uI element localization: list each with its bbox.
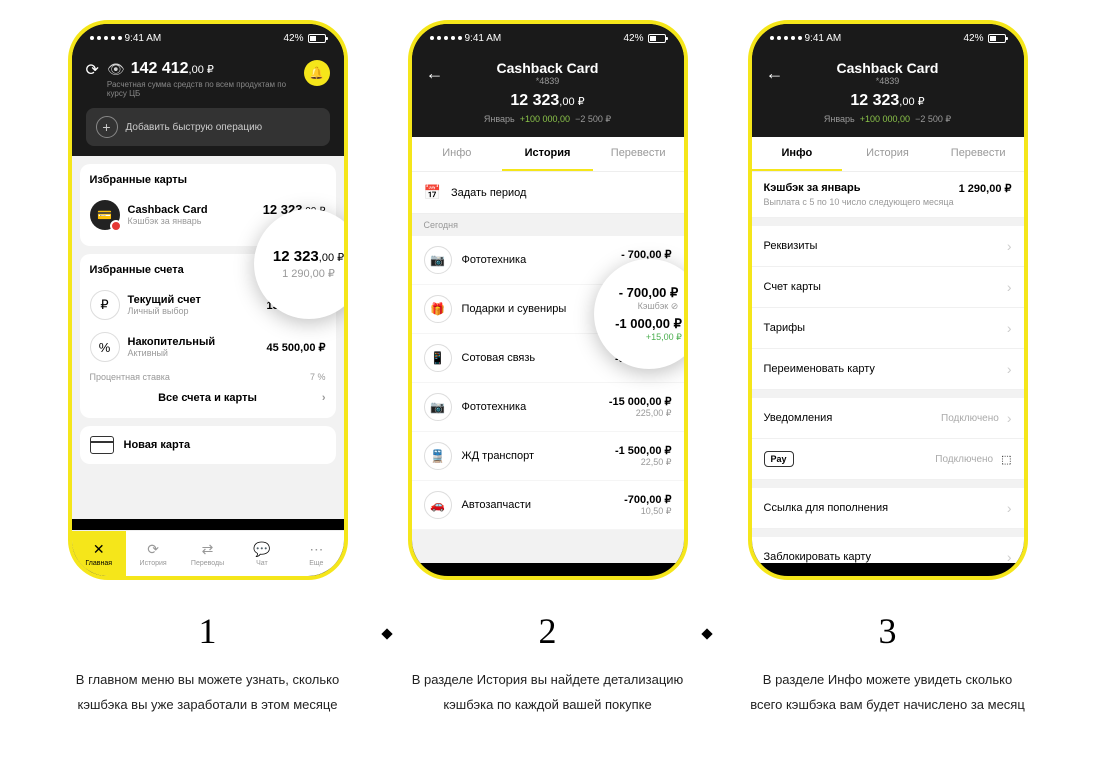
day-label: Сегодня [412, 214, 684, 236]
category-icon: 📱 [424, 344, 452, 372]
caption-1: 1В главном меню вы можете узнать, скольк… [68, 610, 348, 717]
tab-transfer[interactable]: Перевести [593, 137, 684, 171]
tab-bar: ✕Главная ⟳История ⇄Переводы 💬Чат ⋯Еще [72, 530, 344, 576]
caption-2: 2В разделе История вы найдете детализаци… [408, 610, 688, 717]
tab-info[interactable]: Инфо [752, 137, 843, 171]
new-card-button[interactable]: Новая карта [80, 426, 336, 464]
separator-diamond [702, 628, 713, 639]
back-button[interactable]: ← [426, 63, 444, 84]
phone-2: 9:41 AM 42% ← Cashback Card*4839 12 323,… [408, 20, 688, 580]
category-icon: 📷 [424, 246, 452, 274]
phone-3: 9:41 AM 42% ← Cashback Card*4839 12 323,… [748, 20, 1028, 580]
tab-history[interactable]: История [502, 137, 593, 171]
battery-pct: 42% [283, 33, 303, 44]
battery-icon [648, 34, 666, 43]
balance-subtitle: Расчетная сумма средств по всем продукта… [107, 80, 296, 98]
info-row[interactable]: Реквизиты› [752, 226, 1024, 267]
topup-link-row[interactable]: Ссылка для пополнения› [752, 488, 1024, 529]
notifications-row[interactable]: УведомленияПодключено› [752, 398, 1024, 439]
period-selector[interactable]: 📅Задать период [412, 172, 684, 214]
eye-icon[interactable]: 👁 [107, 61, 125, 78]
battery-icon [988, 34, 1006, 43]
ruble-icon: ₽ [90, 290, 120, 320]
card-icon [90, 436, 114, 454]
transaction-row[interactable]: 🚆 ЖД транспорт -1 500,00 ₽22,50 ₽ [412, 432, 684, 481]
separator-diamond [382, 628, 393, 639]
plus-icon: + [96, 116, 118, 138]
transaction-row[interactable]: 🚗 Автозапчасти -700,00 ₽10,50 ₽ [412, 481, 684, 530]
caption-3: 3В разделе Инфо можете увидеть сколько в… [748, 610, 1028, 717]
card-tabs: Инфо История Перевести [412, 137, 684, 172]
phone-1: 9:41 AM 42% ⟳ 👁 142 412,00 ₽ Расчетная су… [68, 20, 348, 580]
percent-icon: % [90, 332, 120, 362]
card-header: ← Cashback Card*4839 12 323,00 ₽ Январь … [752, 52, 1024, 137]
battery-icon [308, 34, 326, 43]
bell-icon[interactable]: 🔔 [304, 60, 330, 86]
all-accounts-link[interactable]: Все счета и карты› [90, 382, 326, 408]
time: 9:41 AM [125, 33, 162, 44]
total-balance: 142 412,00 ₽ [131, 60, 214, 78]
captions: 1В главном меню вы можете узнать, скольк… [68, 610, 1028, 717]
section-title: Избранные карты [90, 174, 326, 186]
card-header: ← Cashback Card*4839 12 323,00 ₽ Январь … [412, 52, 684, 137]
apple-pay-row[interactable]: PayПодключено⬚ [752, 439, 1024, 480]
card-icon: 💳 [90, 200, 120, 230]
status-bar: 9:41 AM 42% [72, 24, 344, 52]
status-bar: 9:41 AM 42% [752, 24, 1024, 52]
tab-info[interactable]: Инфо [412, 137, 503, 171]
transaction-row[interactable]: 📷 Фототехника -15 000,00 ₽225,00 ₽ [412, 383, 684, 432]
cashback-block[interactable]: Кэшбэк за январь1 290,00 ₽ Выплата с 5 п… [752, 172, 1024, 218]
month-summary: Январь +100 000,00 −2 500 ₽ [426, 114, 670, 125]
tab-history[interactable]: История [842, 137, 933, 171]
add-quick-operation[interactable]: + Добавить быструю операцию [86, 108, 330, 146]
status-bar: 9:41 AM 42% [412, 24, 684, 52]
category-icon: 🚗 [424, 491, 452, 519]
back-button[interactable]: ← [766, 63, 784, 84]
category-icon: 🚆 [424, 442, 452, 470]
block-card-row[interactable]: Заблокировать карту› [752, 537, 1024, 563]
info-row[interactable]: Тарифы› [752, 308, 1024, 349]
home-header: ⟳ 👁 142 412,00 ₽ Расчетная сумма средств … [72, 52, 344, 156]
card-tabs: Инфо История Перевести [752, 137, 1024, 172]
clock-icon[interactable]: ⟳ [86, 60, 99, 80]
account-row[interactable]: % НакопительныйАктивный 45 500,00 ₽ [90, 326, 326, 368]
info-content: Инфо История Перевести Кэшбэк за январь1… [752, 137, 1024, 563]
wallet-icon: ⬚ [1001, 453, 1011, 466]
category-icon: 🎁 [424, 295, 452, 323]
card-balance: 12 323,00 ₽ [426, 92, 670, 110]
info-row[interactable]: Переименовать карту› [752, 349, 1024, 390]
tab-history[interactable]: ⟳История [126, 531, 180, 576]
tab-transfers[interactable]: ⇄Переводы [180, 531, 234, 576]
calendar-icon: 📅 [424, 184, 441, 201]
tab-home[interactable]: ✕Главная [72, 531, 126, 576]
tab-transfer[interactable]: Перевести [933, 137, 1024, 171]
category-icon: 📷 [424, 393, 452, 421]
tab-more[interactable]: ⋯Еще [289, 531, 343, 576]
tab-chat[interactable]: 💬Чат [235, 531, 289, 576]
info-row[interactable]: Счет карты› [752, 267, 1024, 308]
